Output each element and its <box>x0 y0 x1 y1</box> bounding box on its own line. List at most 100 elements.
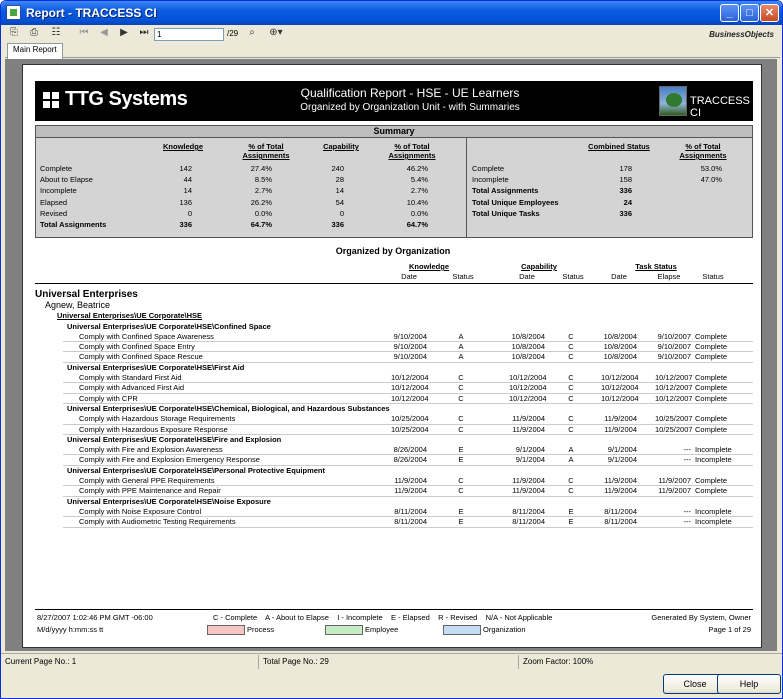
summary-capability-pct: 5.4% <box>410 175 428 185</box>
task-cell: 10/12/2004 <box>509 373 547 382</box>
summary-left-header: % of Total Assignments <box>388 142 436 160</box>
export-icon[interactable]: ⎘ <box>7 27 21 39</box>
task-cell: 9/10/2007 <box>657 331 691 341</box>
footer-date-format: M/d/yyyy h:mm:ss tt <box>37 625 104 634</box>
task-cell: 10/25/2004 <box>391 414 429 424</box>
print-icon[interactable]: ⎙ <box>27 27 41 39</box>
summary-right-label: Complete <box>472 164 505 173</box>
maximize-button[interactable]: □ <box>740 4 759 22</box>
report-page: TTG Systems Qualification Report - HSE -… <box>22 64 762 648</box>
task-cell: --- <box>683 506 692 516</box>
task-cell: 11/9/2004 <box>512 486 545 496</box>
task-cell: C <box>458 486 464 496</box>
task-cell: C <box>458 414 464 424</box>
task-cell: 10/12/2007 <box>655 383 693 393</box>
task-cell: 10/12/2004 <box>391 373 429 382</box>
page-number-input[interactable]: 1 <box>154 28 224 41</box>
app-icon <box>6 5 21 20</box>
task-cell: C <box>568 424 574 434</box>
prev-page-icon[interactable]: ◀ <box>97 27 111 39</box>
search-icon[interactable]: ⌕ <box>245 27 259 39</box>
legend-label: Organization <box>483 625 526 634</box>
summary-right-header: Combined Status <box>588 142 650 151</box>
column-header: Date <box>401 272 417 281</box>
group-tree-icon[interactable]: ☷ <box>49 27 63 39</box>
employee-name: Agnew, Beatrice <box>45 300 111 310</box>
summary-right-value: 178 <box>619 164 632 173</box>
task-cell: 10/12/2004 <box>509 383 547 393</box>
task-cell: A <box>568 455 574 465</box>
summary-row-label: Revised <box>40 208 68 218</box>
task-cell: E <box>568 506 574 516</box>
task-cell: Complete <box>695 373 728 382</box>
report-viewer[interactable]: TTG Systems Qualification Report - HSE -… <box>5 59 777 651</box>
first-page-icon[interactable]: ⏮ <box>77 27 91 39</box>
summary-left-header: Capability <box>323 142 359 151</box>
task-cell: E <box>458 517 464 527</box>
summary-right-label: Total Unique Employees <box>472 197 559 207</box>
summary-capability-value: 28 <box>335 175 344 185</box>
summary-heading: Summary <box>36 126 752 138</box>
summary-row-label: Total Assignments <box>40 220 107 229</box>
column-header: Status <box>562 272 584 281</box>
legend-label: Employee <box>365 625 399 634</box>
zoom-icon[interactable]: ⊕▾ <box>265 27 287 39</box>
summary-right-value: 336 <box>619 208 632 218</box>
summary-capability-pct: 10.4% <box>406 197 428 207</box>
task-cell: --- <box>683 445 692 455</box>
summary-capability-pct: 2.7% <box>410 186 428 196</box>
task-cell: C <box>458 383 464 393</box>
task-cell: 11/9/2004 <box>604 476 637 485</box>
task-cell: 10/12/2004 <box>391 393 429 403</box>
report-banner: TTG Systems Qualification Report - HSE -… <box>35 81 753 121</box>
task-cell: 9/10/2004 <box>393 331 427 341</box>
summary-right-pct: 47.0% <box>700 175 722 185</box>
task-cell: Complete <box>695 342 728 352</box>
legend-label: Process <box>247 625 275 634</box>
minimize-button[interactable]: _ <box>720 4 739 22</box>
close-window-button[interactable]: ✕ <box>760 4 779 22</box>
task-cell: 10/12/2007 <box>655 393 693 403</box>
report-title: Qualification Report - HSE - UE Learners <box>300 86 520 100</box>
task-cell: Incomplete <box>695 445 732 455</box>
column-header: Date <box>611 272 627 281</box>
title-bar[interactable]: Report - TRACCESS CI _ □ ✕ <box>1 1 782 25</box>
column-group-header: Task Status <box>635 262 677 271</box>
task-cell: 11/9/2004 <box>394 486 427 496</box>
task-name: Comply with PPE Maintenance and Repair <box>79 486 221 496</box>
task-cell: Complete <box>695 414 728 424</box>
task-cell: E <box>458 506 464 516</box>
task-name: Comply with Confined Space Awareness <box>79 331 214 341</box>
column-group-header: Knowledge <box>408 262 449 271</box>
help-button[interactable]: Help <box>717 674 781 694</box>
task-cell: 11/9/2004 <box>512 424 545 434</box>
task-cell: C <box>458 373 464 382</box>
task-name: Comply with Confined Space Rescue <box>79 352 203 362</box>
report-subtitle: Organized by Organization Unit - with Su… <box>300 102 520 113</box>
summary-capability-value: 14 <box>335 186 344 196</box>
task-cell: 8/26/2004 <box>393 445 427 455</box>
task-cell: --- <box>683 517 692 527</box>
summary-capability-pct: 0.0% <box>410 208 428 218</box>
task-name: Comply with Noise Exposure Control <box>79 506 202 516</box>
task-cell: 10/8/2004 <box>511 352 545 362</box>
summary-row-label: Complete <box>40 164 73 173</box>
task-cell: C <box>568 352 574 362</box>
summary-capability-value: 54 <box>335 197 344 207</box>
task-cell: 8/26/2004 <box>393 455 427 465</box>
tab-main-report[interactable]: Main Report <box>7 43 63 59</box>
report-window: Report - TRACCESS CI _ □ ✕ ⎘ ⎙ ☷ ⏮ ◀ ▶ ⏭… <box>0 0 783 699</box>
column-header: Date <box>519 272 535 281</box>
last-page-icon[interactable]: ⏭ <box>137 27 151 39</box>
task-name: Comply with Hazardous Storage Requiremen… <box>79 414 236 424</box>
task-cell: E <box>458 445 464 455</box>
summary-knowledge-value: 142 <box>179 164 192 173</box>
task-cell: A <box>458 342 464 352</box>
summary-knowledge-pct: 0.0% <box>254 208 272 218</box>
status-bar: Current Page No.: 1 Total Page No.: 29 Z… <box>1 653 782 669</box>
summary-knowledge-pct: 64.7% <box>250 220 272 229</box>
task-cell: 11/9/2004 <box>604 414 637 424</box>
task-cell: C <box>458 424 464 434</box>
summary-knowledge-value: 336 <box>179 220 192 229</box>
next-page-icon[interactable]: ▶ <box>117 27 131 39</box>
